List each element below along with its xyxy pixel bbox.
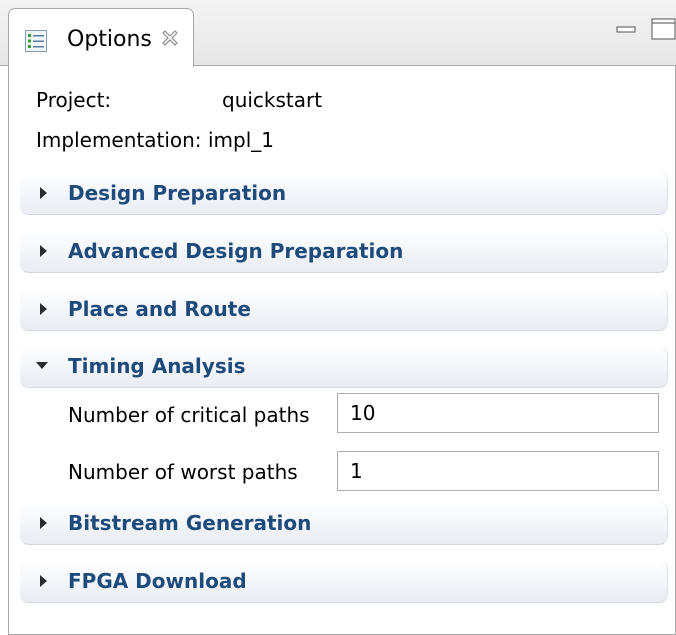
panel-border <box>8 66 9 635</box>
worst-paths-label: Number of worst paths <box>68 460 298 484</box>
section-label: Advanced Design Preparation <box>68 239 404 263</box>
section-place-and-route[interactable]: Place and Route <box>20 288 668 331</box>
section-advanced-design-preparation[interactable]: Advanced Design Preparation <box>20 230 668 273</box>
implementation-label: Implementation: <box>36 128 202 152</box>
section-timing-analysis[interactable]: Timing Analysis <box>20 345 668 388</box>
critical-paths-label: Number of critical paths <box>68 403 310 427</box>
section-fpga-download[interactable]: FPGA Download <box>20 560 668 603</box>
expand-arrow-icon <box>40 187 47 199</box>
implementation-value: impl_1 <box>208 128 275 152</box>
project-label: Project: <box>36 88 112 112</box>
section-bitstream-generation[interactable]: Bitstream Generation <box>20 502 668 545</box>
maximize-icon[interactable] <box>651 18 676 40</box>
section-label: Place and Route <box>68 297 251 321</box>
worst-paths-input[interactable] <box>337 451 659 491</box>
section-label: FPGA Download <box>68 569 247 593</box>
options-view: Options Project: quickstart Implementati… <box>0 0 676 635</box>
section-label: Bitstream Generation <box>68 511 312 535</box>
expand-arrow-icon <box>40 517 47 529</box>
section-design-preparation[interactable]: Design Preparation <box>20 172 668 215</box>
expand-arrow-icon <box>40 303 47 315</box>
options-list-icon <box>25 30 47 52</box>
tab-options-label: Options <box>67 27 152 52</box>
expand-arrow-icon <box>40 245 47 257</box>
minimize-icon[interactable] <box>616 26 636 38</box>
close-icon[interactable] <box>159 27 181 49</box>
project-value: quickstart <box>222 88 323 112</box>
section-label: Design Preparation <box>68 181 287 205</box>
collapse-arrow-icon <box>36 362 48 369</box>
section-label: Timing Analysis <box>68 354 246 378</box>
view-tab-strip: Options <box>0 0 676 67</box>
expand-arrow-icon <box>40 575 47 587</box>
critical-paths-input[interactable] <box>337 393 659 433</box>
tab-options[interactable]: Options <box>8 8 194 67</box>
